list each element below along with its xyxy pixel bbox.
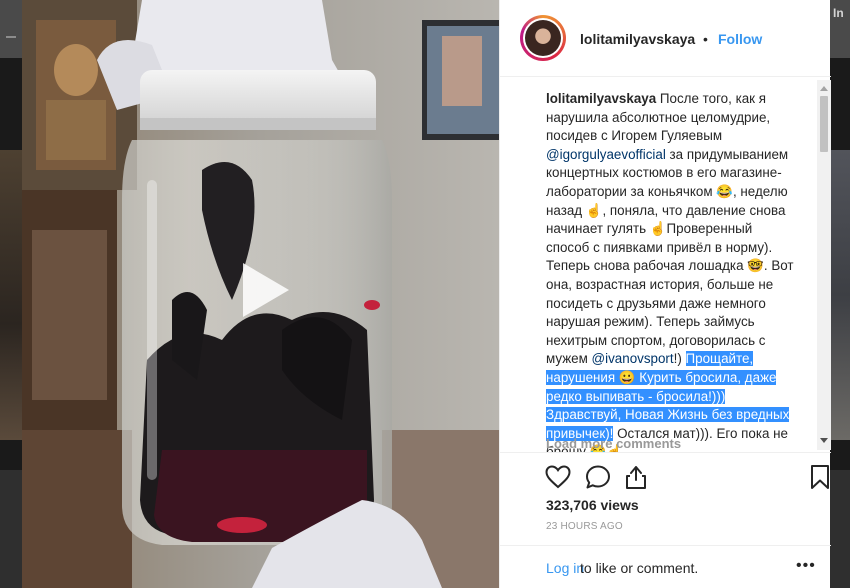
post-actions: 323,706 views 23 HOURS AGO Log in to lik… (500, 452, 831, 588)
scroll-up-arrow-icon[interactable] (820, 86, 828, 91)
comment-button[interactable] (584, 463, 612, 491)
scrollbar-thumb[interactable] (820, 96, 828, 152)
like-button[interactable] (544, 463, 572, 491)
mention-link-ivanovsport[interactable]: @ivanovsport (592, 351, 674, 366)
scroll-down-arrow-icon[interactable] (820, 438, 828, 443)
share-button[interactable] (622, 463, 650, 491)
load-more-comments-button[interactable]: Load more comments (546, 436, 681, 451)
play-icon (243, 263, 289, 317)
backdrop-corner-text: In (833, 6, 844, 20)
post-sidebar: lolitamilyavskaya • Follow lolitamilyavs… (499, 0, 831, 588)
backdrop-mark (6, 36, 16, 38)
login-prompt-text: to like or comment. (580, 560, 699, 576)
header-separator: • (703, 31, 708, 47)
mention-link-igorgulyaev[interactable]: @igorgulyaevofficial (546, 147, 666, 162)
video-player[interactable] (22, 0, 499, 588)
play-button[interactable] (229, 257, 295, 323)
comment-icon (586, 465, 610, 489)
caption-username[interactable]: lolitamilyavskaya (546, 91, 656, 106)
view-count: 323,706 views (546, 497, 639, 513)
caption-text-2: за придумыванием концертных костюмов в е… (546, 146, 794, 367)
save-button[interactable] (806, 463, 834, 491)
comments-scrollbar[interactable] (817, 80, 831, 450)
backdrop-right-thumbnail (830, 150, 850, 440)
backdrop-left-thumbnail (0, 150, 22, 440)
heart-icon (545, 465, 571, 489)
follow-button[interactable]: Follow (718, 31, 762, 47)
login-link[interactable]: Log in (546, 560, 584, 576)
avatar[interactable] (520, 15, 566, 61)
post-username[interactable]: lolitamilyavskaya (580, 31, 695, 47)
post-caption: lolitamilyavskaya После того, как я нару… (546, 90, 798, 452)
post-header: lolitamilyavskaya • Follow (500, 0, 831, 77)
post-timestamp[interactable]: 23 HOURS AGO (546, 521, 623, 532)
share-icon (626, 466, 646, 489)
caption-text-3: !) (673, 351, 686, 367)
post-modal: lolitamilyavskaya • Follow lolitamilyavs… (22, 0, 831, 588)
comments-area[interactable]: lolitamilyavskaya После того, как я нару… (500, 78, 831, 452)
more-options-icon[interactable]: ••• (796, 557, 816, 575)
backdrop-left-lower (0, 470, 22, 588)
bookmark-icon (811, 465, 829, 489)
login-prompt: Log in to like or comment. ••• (500, 545, 831, 588)
